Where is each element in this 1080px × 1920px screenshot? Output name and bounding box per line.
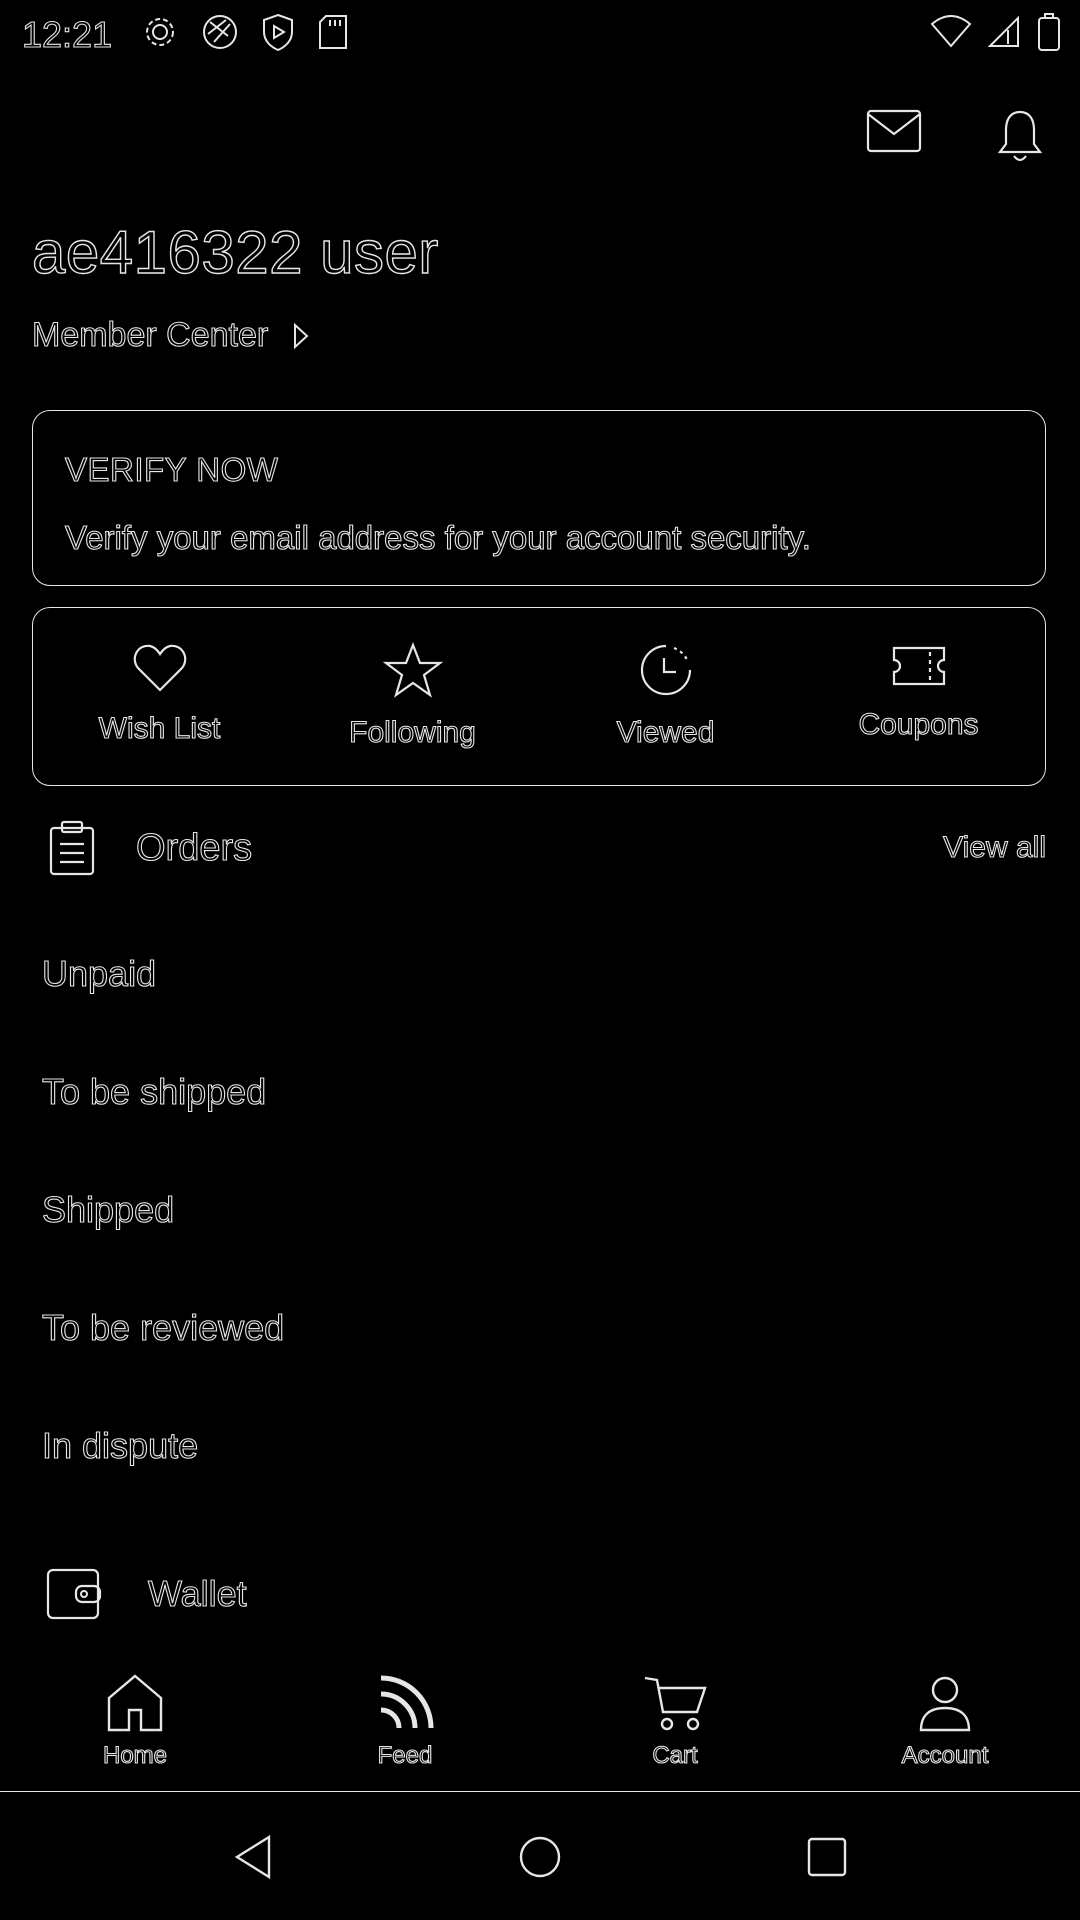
order-status-to-be-shipped[interactable]: To be shipped bbox=[41, 1070, 266, 1113]
history-icon bbox=[638, 642, 694, 698]
wallet-icon bbox=[46, 1568, 102, 1620]
caret-right-icon bbox=[292, 322, 310, 350]
verify-description: Verify your email address for your accou… bbox=[64, 518, 811, 556]
quick-links-card: Wish List Following Viewed Coupons bbox=[32, 607, 1046, 786]
battery-icon bbox=[1036, 12, 1062, 52]
wifi-icon bbox=[930, 12, 972, 52]
quick-link-viewed[interactable]: Viewed bbox=[539, 608, 792, 785]
recents-icon[interactable] bbox=[805, 1835, 849, 1879]
order-status-to-be-reviewed[interactable]: To be reviewed bbox=[41, 1306, 284, 1349]
gear-icon bbox=[140, 12, 180, 52]
quick-link-following[interactable]: Following bbox=[286, 608, 539, 785]
status-time: 12:21 bbox=[21, 13, 113, 55]
ticket-icon bbox=[888, 642, 950, 690]
bottom-nav: Home Feed Cart Account bbox=[0, 1668, 1080, 1792]
shield-play-icon bbox=[260, 12, 296, 52]
bell-icon[interactable] bbox=[996, 108, 1044, 164]
member-center-link[interactable]: Member Center bbox=[31, 315, 310, 355]
quick-link-label: Wish List bbox=[98, 711, 221, 745]
verify-title: VERIFY NOW bbox=[64, 450, 279, 488]
account-icon bbox=[915, 1672, 975, 1734]
home-circle-icon[interactable] bbox=[518, 1835, 562, 1879]
header-actions bbox=[866, 108, 1044, 164]
nav-label: Feed bbox=[377, 1741, 433, 1769]
order-status-shipped[interactable]: Shipped bbox=[41, 1188, 174, 1231]
status-icons-left bbox=[140, 12, 350, 52]
star-icon bbox=[382, 642, 443, 698]
view-all-orders-link[interactable]: View all bbox=[943, 830, 1047, 865]
clipboard-icon bbox=[48, 820, 96, 876]
nav-cart[interactable]: Cart bbox=[540, 1668, 810, 1791]
system-nav-bar bbox=[0, 1794, 1080, 1920]
heart-icon bbox=[132, 642, 188, 694]
wallet-row[interactable]: Wallet bbox=[46, 1568, 247, 1620]
quick-link-coupons[interactable]: Coupons bbox=[792, 608, 1045, 785]
verify-card[interactable]: VERIFY NOW Verify your email address for… bbox=[32, 410, 1046, 586]
cart-icon bbox=[643, 1672, 707, 1734]
orders-header: Orders View all bbox=[48, 820, 1047, 876]
quick-link-label: Coupons bbox=[858, 707, 979, 741]
wallet-label: Wallet bbox=[147, 1572, 247, 1614]
status-icons-right bbox=[930, 12, 1062, 52]
orders-title: Orders bbox=[135, 826, 253, 869]
signal-icon bbox=[986, 12, 1022, 52]
quick-link-label: Viewed bbox=[616, 715, 715, 749]
quick-link-wish-list[interactable]: Wish List bbox=[33, 608, 286, 785]
back-icon[interactable] bbox=[231, 1833, 275, 1881]
user-name: ae416322 user bbox=[31, 218, 439, 286]
feed-icon bbox=[375, 1672, 435, 1734]
sd-card-icon bbox=[316, 12, 350, 52]
nav-account[interactable]: Account bbox=[810, 1668, 1080, 1791]
nav-label: Cart bbox=[652, 1741, 698, 1769]
nav-label: Account bbox=[901, 1741, 989, 1769]
nav-home[interactable]: Home bbox=[0, 1668, 270, 1791]
home-icon bbox=[105, 1672, 165, 1734]
nav-feed[interactable]: Feed bbox=[270, 1668, 540, 1791]
quick-link-label: Following bbox=[349, 715, 477, 749]
member-center-label: Member Center bbox=[31, 315, 269, 354]
mail-icon[interactable] bbox=[866, 108, 922, 164]
order-status-unpaid[interactable]: Unpaid bbox=[41, 952, 156, 995]
nav-label: Home bbox=[102, 1741, 168, 1769]
aperture-icon bbox=[200, 12, 240, 52]
order-status-in-dispute[interactable]: In dispute bbox=[41, 1424, 198, 1467]
